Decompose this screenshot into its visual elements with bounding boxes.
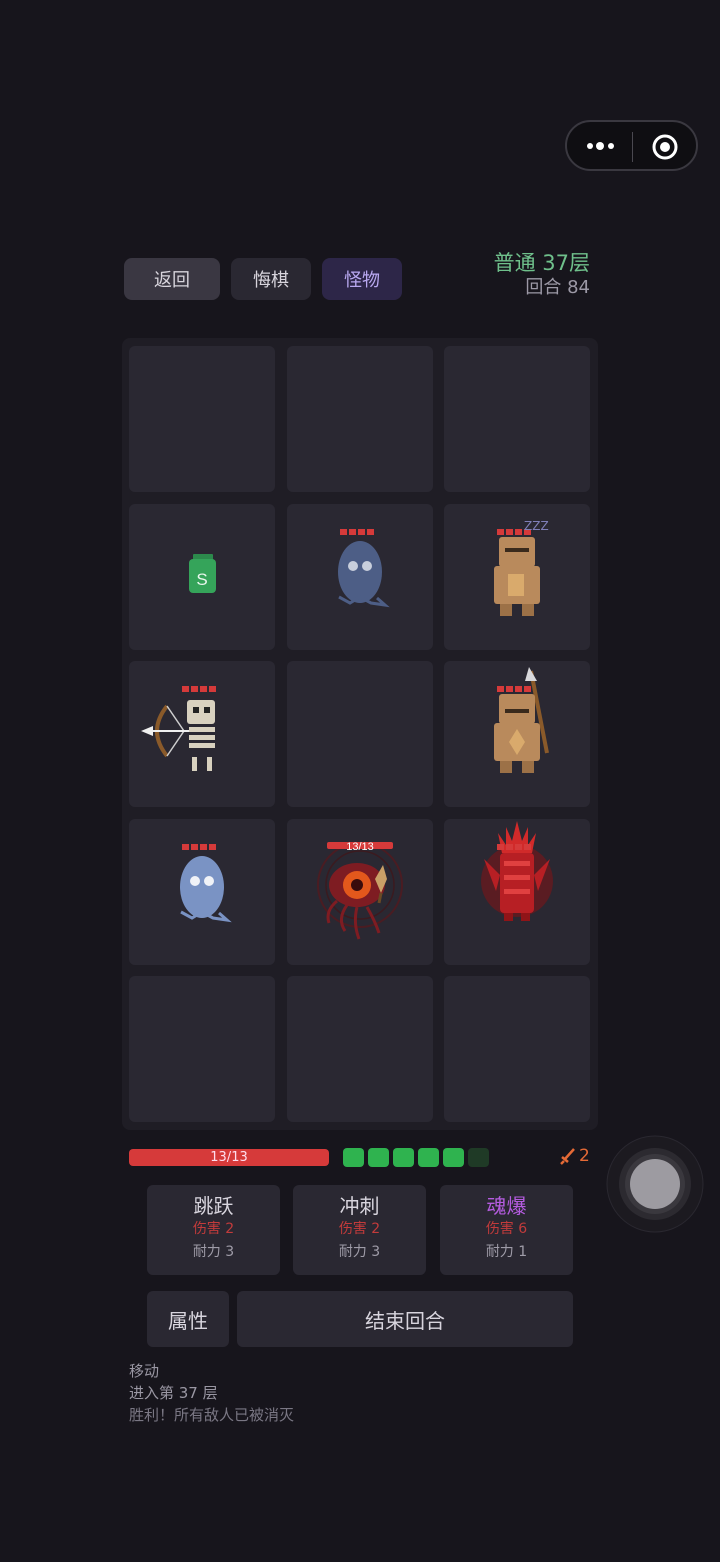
miniprogram-capsule [565, 120, 698, 171]
board-cell-golem[interactable]: ZZZ [444, 504, 590, 650]
crimson-demon-icon [481, 821, 553, 921]
stamina-pip [368, 1148, 389, 1167]
back-button[interactable]: 返回 [124, 258, 220, 300]
board-cell-player[interactable]: 13/13 [287, 819, 433, 965]
stamina-pip [393, 1148, 414, 1167]
skill-jump[interactable]: 跳跃 伤害 2 耐力 3 [147, 1185, 280, 1275]
skill-cost: 耐力 1 [485, 1244, 528, 1260]
ghost-monster-icon [338, 529, 390, 608]
stamina-pip [343, 1148, 364, 1167]
board-cell-potion[interactable]: S [129, 504, 275, 650]
ghost-monster-icon [180, 844, 232, 923]
floor-label: 普通 37层 [493, 251, 590, 275]
game-board: S ZZZ 13/13 [122, 338, 598, 1130]
svg-text:S: S [196, 570, 207, 589]
battle-log: 移动 进入第 37 层 胜利！所有敌人已被消灭 [129, 1360, 294, 1426]
close-miniprogram-icon[interactable] [651, 133, 679, 161]
skill-damage: 伤害 2 [338, 1221, 381, 1237]
stamina-bar [343, 1148, 489, 1167]
joystick-button[interactable] [606, 1135, 704, 1233]
board-cell[interactable] [129, 346, 275, 492]
board-cell-ghost[interactable] [287, 504, 433, 650]
skill-name: 跳跃 [193, 1194, 234, 1218]
attack-power: 2 [560, 1146, 590, 1166]
player-hp-bar: 13/13 [129, 1149, 329, 1166]
log-line: 胜利！所有敌人已被消灭 [129, 1406, 295, 1424]
turn-label: 回合 84 [525, 277, 590, 298]
board-cell[interactable] [444, 346, 590, 492]
board-cell[interactable] [444, 976, 590, 1122]
golem-monster-icon: ZZZ [494, 519, 549, 616]
board-cell-spear-golem[interactable] [444, 661, 590, 807]
stamina-pip [443, 1148, 464, 1167]
board-cell-ghost[interactable] [129, 819, 275, 965]
skill-cost: 耐力 3 [338, 1244, 381, 1260]
sleep-indicator: ZZZ [524, 519, 549, 533]
log-line: 移动 [129, 1362, 160, 1380]
skeleton-archer-icon [141, 686, 216, 771]
board-cell[interactable] [287, 661, 433, 807]
board-cell-demon[interactable] [444, 819, 590, 965]
board-cell-skeleton[interactable] [129, 661, 275, 807]
floor-info: 普通 37层 回合 84 [494, 250, 590, 300]
player-eye-icon: 13/13 [317, 841, 403, 940]
skill-soul-burst[interactable]: 魂爆 伤害 6 耐力 1 [440, 1185, 573, 1275]
stamina-pip-empty [468, 1148, 489, 1167]
monster-button[interactable]: 怪物 [322, 258, 402, 300]
log-line: 进入第 37 层 [129, 1384, 218, 1402]
spear-golem-icon [494, 667, 549, 773]
skill-name: 魂爆 [486, 1194, 527, 1218]
board-cell[interactable] [129, 976, 275, 1122]
skill-dash[interactable]: 冲刺 伤害 2 耐力 3 [293, 1185, 426, 1275]
board-cell[interactable] [287, 976, 433, 1122]
undo-button[interactable]: 悔棋 [231, 258, 311, 300]
more-icon[interactable] [585, 136, 617, 156]
player-hp-label: 13/13 [346, 841, 374, 853]
attack-value: 2 [579, 1146, 590, 1166]
attributes-button[interactable]: 属性 [147, 1291, 229, 1347]
end-turn-button[interactable]: 结束回合 [237, 1291, 573, 1347]
stamina-pip [418, 1148, 439, 1167]
green-potion-icon: S [189, 554, 216, 593]
skill-damage: 伤害 2 [192, 1221, 235, 1237]
skill-damage: 伤害 6 [485, 1221, 528, 1237]
board-cell[interactable] [287, 346, 433, 492]
skill-name: 冲刺 [339, 1194, 380, 1218]
hp-label: 13/13 [210, 1150, 248, 1165]
skill-cost: 耐力 3 [192, 1244, 235, 1260]
capsule-divider [632, 132, 633, 162]
sword-icon [560, 1148, 575, 1165]
